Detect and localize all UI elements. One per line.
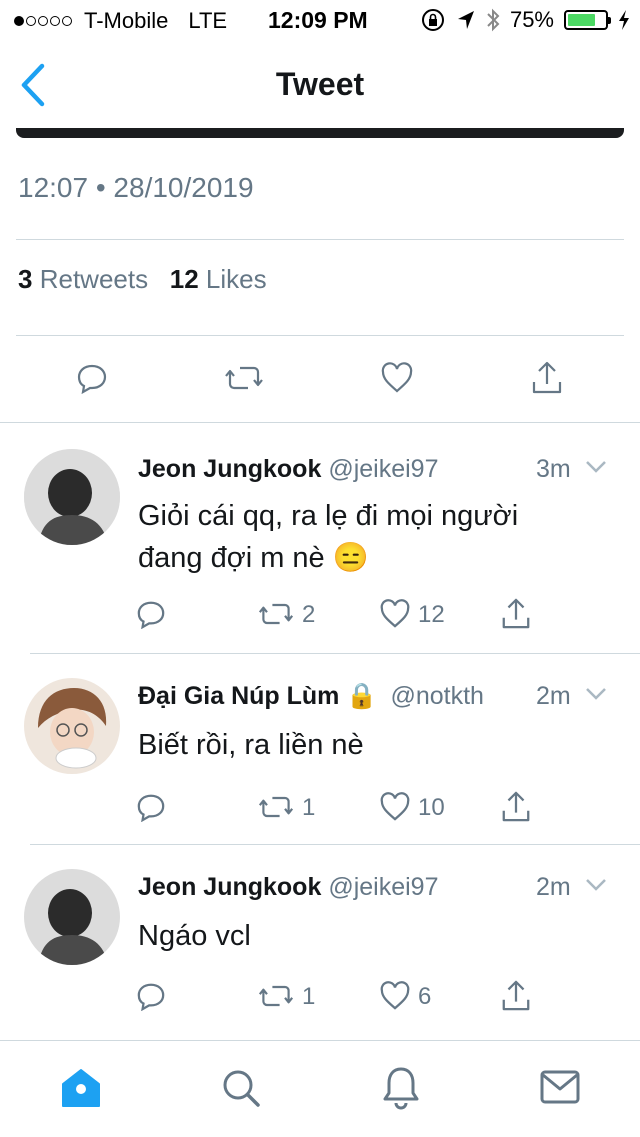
retweet-icon[interactable] (224, 362, 264, 394)
author-handle[interactable]: @jeikei97 (328, 873, 438, 901)
share-icon[interactable] (500, 597, 532, 631)
likes-label[interactable]: Likes (206, 264, 267, 294)
reply-text: Ngáo vcl (138, 920, 251, 952)
page-title: Tweet (275, 66, 365, 102)
reply-text: Giỏi cái qq, ra lẹ đi mọi người đang đợi… (138, 495, 518, 579)
author-handle[interactable]: @notkth (390, 682, 483, 710)
retweet-count: 1 (302, 794, 316, 821)
status-bar: T-Mobile LTE 12:09 PM 75% (0, 0, 640, 40)
avatar[interactable] (24, 449, 120, 545)
like-count: 10 (418, 794, 445, 821)
reply-author[interactable]: Jeon Jungkook @jeikei97 (138, 455, 438, 484)
likes-count[interactable]: 12 (170, 264, 199, 294)
reply-time: 2m (536, 682, 571, 710)
like-heart-icon[interactable] (378, 792, 412, 822)
author-name[interactable]: Jeon Jungkook (138, 873, 321, 901)
tab-bar (0, 1040, 640, 1137)
reply-text: Biết rồi, ra liền nè (138, 729, 364, 761)
retweet-count: 1 (302, 983, 316, 1010)
reply-tweet[interactable]: Jeon Jungkook @jeikei97 3m Giỏi cái qq, … (0, 423, 640, 653)
author-name[interactable]: Jeon Jungkook (138, 455, 321, 483)
retweets-label[interactable]: Retweets (40, 264, 148, 294)
like-heart-icon[interactable] (380, 362, 414, 394)
engagement-counts: 3 Retweets 12 Likes (18, 264, 267, 295)
location-arrow-icon (457, 11, 474, 29)
reply-icon[interactable] (76, 362, 108, 394)
divider (16, 335, 624, 336)
bluetooth-icon (487, 8, 500, 32)
status-left: T-Mobile LTE (14, 8, 227, 34)
reply-tweet[interactable]: Jeon Jungkook @jeikei97 2m Ngáo vcl 1 6 (0, 845, 640, 1035)
chevron-down-icon[interactable] (584, 877, 608, 893)
retweet-count: 2 (302, 601, 316, 628)
tweet-timestamp: 12:07 • 28/10/2019 (18, 172, 254, 203)
share-icon[interactable] (500, 790, 532, 824)
charging-bolt-icon (619, 10, 629, 30)
network-label: LTE (188, 8, 228, 33)
signal-strength-icon (14, 16, 72, 26)
like-heart-icon[interactable] (378, 981, 412, 1011)
mail-icon[interactable] (540, 1069, 580, 1105)
orientation-lock-icon (421, 9, 444, 31)
chevron-down-icon[interactable] (584, 459, 608, 475)
tweet-media-image[interactable] (16, 128, 624, 138)
home-icon[interactable] (60, 1067, 102, 1109)
reply-time: 2m (536, 873, 571, 901)
reply-author[interactable]: Jeon Jungkook @jeikei97 (138, 873, 438, 902)
battery-percent: 75% (509, 7, 554, 32)
avatar[interactable] (24, 869, 120, 965)
reply-icon[interactable] (136, 599, 166, 629)
avatar[interactable] (24, 678, 120, 774)
like-count: 6 (418, 983, 432, 1010)
carrier-label: T-Mobile (84, 8, 169, 33)
clock: 12:09 PM (268, 7, 368, 33)
nav-bar: Tweet (0, 40, 640, 128)
author-handle[interactable]: @jeikei97 (328, 455, 438, 483)
chevron-down-icon[interactable] (584, 686, 608, 702)
reply-text-line: đang đợi m nè 😑 (138, 542, 369, 574)
status-right: 75% (420, 7, 630, 33)
share-icon[interactable] (530, 360, 564, 396)
reply-tweet[interactable]: Đại Gia Núp Lùm 🔒 @notkth 2m Biết rồi, r… (0, 654, 640, 844)
divider (16, 239, 624, 240)
author-name[interactable]: Đại Gia Núp Lùm (138, 682, 339, 710)
like-heart-icon[interactable] (378, 599, 412, 629)
lock-icon: 🔒 (346, 682, 378, 710)
share-icon[interactable] (500, 979, 532, 1013)
bell-icon[interactable] (382, 1065, 420, 1111)
retweet-icon[interactable] (258, 981, 294, 1011)
reply-author[interactable]: Đại Gia Núp Lùm 🔒 @notkth (138, 682, 484, 711)
reply-time: 3m (536, 455, 571, 483)
reply-icon[interactable] (136, 981, 166, 1011)
reply-icon[interactable] (136, 792, 166, 822)
retweets-count[interactable]: 3 (18, 264, 32, 294)
like-count: 12 (418, 601, 445, 628)
retweet-icon[interactable] (258, 792, 294, 822)
retweet-icon[interactable] (258, 599, 294, 629)
search-icon[interactable] (220, 1067, 262, 1109)
battery-icon (564, 10, 611, 30)
reply-text-line: Giỏi cái qq, ra lẹ đi mọi người (138, 500, 519, 532)
tweet-actions (0, 348, 640, 412)
